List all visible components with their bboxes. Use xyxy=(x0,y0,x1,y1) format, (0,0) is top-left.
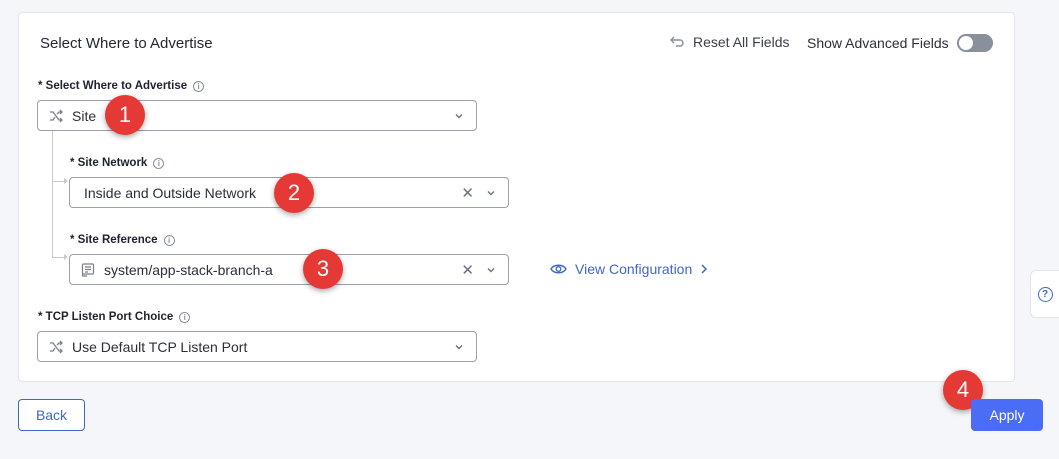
site-network-value: Inside and Outside Network xyxy=(84,184,256,201)
chevron-down-icon xyxy=(455,113,463,118)
site-reference-select[interactable]: system/app-stack-branch-a ✕ xyxy=(69,254,509,285)
info-icon: i xyxy=(163,234,175,246)
panel-title: Select Where to Advertise xyxy=(40,35,213,52)
site-reference-label-text: * Site Reference xyxy=(70,234,158,246)
info-icon: i xyxy=(179,311,191,323)
step-badge-1: 1 xyxy=(105,95,145,135)
where-select[interactable]: Site xyxy=(37,100,477,131)
tcp-port-value: Use Default TCP Listen Port xyxy=(72,338,248,355)
help-icon: ? xyxy=(1037,286,1053,302)
info-icon: i xyxy=(153,157,165,169)
tree-arrow-1 xyxy=(64,178,68,184)
undo-icon xyxy=(670,36,684,47)
site-reference-label: * Site Reference i xyxy=(70,234,175,246)
tcp-port-select[interactable]: Use Default TCP Listen Port xyxy=(37,331,477,362)
tree-arrow-2 xyxy=(64,254,68,260)
reset-all-fields-button[interactable]: Reset All Fields xyxy=(669,34,789,50)
shuffle-icon xyxy=(48,108,64,124)
site-network-label-text: * Site Network xyxy=(70,157,148,169)
chevron-down-icon xyxy=(455,344,463,349)
step-badge-2: 2 xyxy=(274,173,314,213)
eye-icon xyxy=(550,264,567,274)
advanced-fields-control: Show Advanced Fields xyxy=(807,34,993,52)
advanced-fields-toggle[interactable] xyxy=(956,34,993,52)
tcp-port-label: * TCP Listen Port Choice i xyxy=(38,311,191,323)
view-configuration-link[interactable]: View Configuration xyxy=(550,261,708,277)
clear-icon[interactable]: ✕ xyxy=(461,184,474,202)
info-icon: i xyxy=(193,80,205,92)
back-button[interactable]: Back xyxy=(18,399,85,431)
shuffle-icon xyxy=(48,339,64,355)
site-reference-value: system/app-stack-branch-a xyxy=(104,261,273,278)
toggle-knob xyxy=(958,36,973,50)
where-label: * Select Where to Advertise i xyxy=(38,80,205,92)
reset-label: Reset All Fields xyxy=(693,34,790,50)
apply-button[interactable]: Apply xyxy=(971,399,1043,431)
site-network-label: * Site Network i xyxy=(70,157,165,169)
help-tab[interactable]: ? xyxy=(1030,270,1059,318)
tcp-port-label-text: * TCP Listen Port Choice xyxy=(38,311,174,323)
chevron-down-icon xyxy=(487,190,495,195)
step-badge-3: 3 xyxy=(303,249,343,289)
advanced-label: Show Advanced Fields xyxy=(807,35,949,51)
clear-icon[interactable]: ✕ xyxy=(461,261,474,279)
view-configuration-label: View Configuration xyxy=(575,261,693,277)
where-label-text: * Select Where to Advertise xyxy=(38,80,188,92)
chevron-right-icon xyxy=(701,264,708,274)
document-list-icon xyxy=(80,262,96,278)
tree-connector xyxy=(52,131,53,257)
chevron-down-icon xyxy=(487,267,495,272)
